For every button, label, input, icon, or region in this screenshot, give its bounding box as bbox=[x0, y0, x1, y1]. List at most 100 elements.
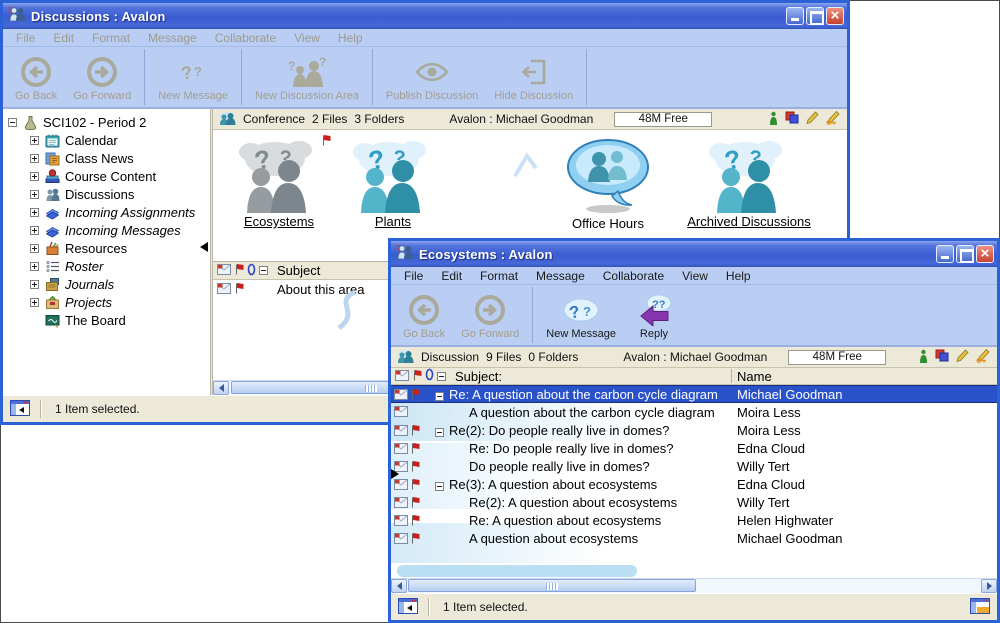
expand-box-icon[interactable] bbox=[30, 136, 39, 145]
thread-row[interactable]: Re(2): Do people really live in domes?Mo… bbox=[391, 421, 997, 439]
w2-menu-edit[interactable]: Edit bbox=[432, 269, 471, 283]
area-icon-office-hours[interactable]: Office Hours bbox=[543, 135, 673, 233]
w1-menu-view[interactable]: View bbox=[285, 31, 329, 45]
collapse-box-icon[interactable] bbox=[435, 389, 444, 404]
layers-icon[interactable] bbox=[785, 111, 799, 127]
tree-item-label: Journals bbox=[65, 277, 114, 292]
scroll-left-button[interactable] bbox=[213, 381, 229, 395]
w1-menu-edit[interactable]: Edit bbox=[44, 31, 83, 45]
pane-toggle-icon[interactable] bbox=[398, 598, 418, 617]
w2-new-message-button[interactable]: ??New Message bbox=[538, 287, 624, 343]
collapse-box-icon[interactable] bbox=[435, 479, 444, 494]
titlebar-discussions[interactable]: ? Discussions : Avalon bbox=[3, 3, 847, 29]
layers-icon[interactable] bbox=[935, 349, 949, 365]
area-icon-plants[interactable]: ??Plants bbox=[345, 135, 441, 231]
collapse-pane-arrow[interactable] bbox=[200, 242, 208, 252]
tree-item-roster[interactable]: Roster bbox=[3, 257, 210, 275]
toolbar-button-label: Publish Discussion bbox=[386, 90, 478, 102]
person-status-icon[interactable] bbox=[919, 349, 928, 366]
thread-row[interactable]: Re: A question about ecosystemsHelen Hig… bbox=[391, 511, 997, 529]
view-mode-icon[interactable] bbox=[970, 598, 990, 617]
expand-box-icon[interactable] bbox=[30, 226, 39, 235]
expand-box-icon[interactable] bbox=[30, 262, 39, 271]
w2-menu-help[interactable]: Help bbox=[717, 269, 760, 283]
column-divider[interactable] bbox=[731, 369, 732, 383]
w2-menu-view[interactable]: View bbox=[673, 269, 717, 283]
w2-reply-button[interactable]: ??Reply bbox=[624, 287, 684, 343]
thread-row[interactable]: Re(3): A question about ecosystemsEdna C… bbox=[391, 475, 997, 493]
collapse-box-icon[interactable] bbox=[259, 263, 268, 278]
w1-new-discussion-area-button[interactable]: ??New Discussion Area bbox=[247, 49, 367, 105]
expand-box-icon[interactable] bbox=[30, 190, 39, 199]
tree-item-the-board[interactable]: The Board bbox=[3, 311, 210, 329]
w1-new-message-button[interactable]: ??New Message bbox=[150, 49, 236, 105]
tree-item-projects[interactable]: Projects bbox=[3, 293, 210, 311]
expand-box-icon[interactable] bbox=[30, 244, 39, 253]
pencil-icon[interactable] bbox=[806, 111, 819, 127]
thread-row[interactable]: Re(2): A question about ecosystemsWilly … bbox=[391, 493, 997, 511]
scrollbar-track[interactable] bbox=[407, 579, 981, 593]
minimize-button[interactable] bbox=[786, 7, 804, 25]
scroll-left-button[interactable] bbox=[391, 579, 407, 593]
thread-row[interactable]: Re: Do people really live in domes?Edna … bbox=[391, 439, 997, 457]
maximize-button[interactable] bbox=[956, 245, 974, 263]
tree-item-course-content[interactable]: Course Content bbox=[3, 167, 210, 185]
w1-menu-format[interactable]: Format bbox=[83, 31, 139, 45]
tree-item-sci102-period-2[interactable]: SCI102 - Period 2 bbox=[3, 113, 210, 131]
tree-item-class-news[interactable]: Class News bbox=[3, 149, 210, 167]
pane-toggle-icon[interactable] bbox=[10, 400, 30, 419]
toolbar-button-label: Go Forward bbox=[73, 90, 131, 102]
person-status-icon[interactable] bbox=[769, 111, 778, 128]
divider bbox=[40, 400, 41, 418]
tree-item-discussions[interactable]: Discussions bbox=[3, 185, 210, 203]
w1-menu-message[interactable]: Message bbox=[139, 31, 206, 45]
w1-menu-collaborate[interactable]: Collaborate bbox=[206, 31, 285, 45]
w2-menu-format[interactable]: Format bbox=[471, 269, 527, 283]
tree-item-calendar[interactable]: Calendar bbox=[3, 131, 210, 149]
w2-menu-collaborate[interactable]: Collaborate bbox=[594, 269, 673, 283]
thread-column-header[interactable]: Subject: Name bbox=[391, 368, 997, 385]
w2-go-forward-button[interactable]: Go Forward bbox=[453, 287, 527, 343]
expand-box-icon[interactable] bbox=[30, 208, 39, 217]
w1-hide-discussion-button[interactable]: Hide Discussion bbox=[486, 49, 581, 105]
minimize-button[interactable] bbox=[936, 245, 954, 263]
pencil-key-icon[interactable] bbox=[976, 349, 991, 366]
collapse-box-icon[interactable] bbox=[435, 425, 444, 440]
scroll-right-button[interactable] bbox=[981, 579, 997, 593]
w1-go-back-button[interactable]: Go Back bbox=[7, 49, 65, 105]
expand-box-icon[interactable] bbox=[30, 154, 39, 163]
area-icon-archived-discussions[interactable]: ??Archived Discussions bbox=[663, 135, 835, 231]
maximize-button[interactable] bbox=[806, 7, 824, 25]
conference-icon bbox=[219, 111, 236, 128]
expand-box-icon[interactable] bbox=[30, 298, 39, 307]
w2-go-back-button[interactable]: Go Back bbox=[395, 287, 453, 343]
collapse-box-icon[interactable] bbox=[437, 369, 446, 384]
tree-item-journals[interactable]: Journals bbox=[3, 275, 210, 293]
w1-menu-file[interactable]: File bbox=[7, 31, 44, 45]
w1-menu-help[interactable]: Help bbox=[329, 31, 372, 45]
w1-publish-discussion-button[interactable]: Publish Discussion bbox=[378, 49, 486, 105]
w2-menu-file[interactable]: File bbox=[395, 269, 432, 283]
thread-row[interactable]: Re: A question about the carbon cycle di… bbox=[391, 385, 997, 403]
tree-item-incoming-messages[interactable]: Incoming Messages bbox=[3, 221, 210, 239]
expand-box-icon[interactable] bbox=[30, 280, 39, 289]
pencil-key-icon[interactable] bbox=[826, 111, 841, 128]
pane-resize-arrow[interactable] bbox=[391, 469, 399, 479]
tree-item-resources[interactable]: Resources bbox=[3, 239, 210, 257]
svg-text:?: ? bbox=[583, 304, 591, 319]
thread-row[interactable]: Do people really live in domes?Willy Ter… bbox=[391, 457, 997, 475]
collapse-box-icon[interactable] bbox=[8, 118, 17, 127]
titlebar-ecosystems[interactable]: ? Ecosystems : Avalon bbox=[391, 241, 997, 267]
thread-author: Michael Goodman bbox=[737, 531, 843, 546]
expand-box-icon[interactable] bbox=[30, 172, 39, 181]
pencil-icon[interactable] bbox=[956, 349, 969, 365]
close-button[interactable] bbox=[976, 245, 994, 263]
thread-row[interactable]: A question about ecosystemsMichael Goodm… bbox=[391, 529, 997, 547]
close-button[interactable] bbox=[826, 7, 844, 25]
tree-item-incoming-assignments[interactable]: Incoming Assignments bbox=[3, 203, 210, 221]
w1-go-forward-button[interactable]: Go Forward bbox=[65, 49, 139, 105]
scrollbar-thumb[interactable] bbox=[408, 579, 696, 592]
thread-row[interactable]: A question about the carbon cycle diagra… bbox=[391, 403, 997, 421]
area-icon-ecosystems[interactable]: ??Ecosystems bbox=[223, 135, 335, 231]
w2-menu-message[interactable]: Message bbox=[527, 269, 594, 283]
